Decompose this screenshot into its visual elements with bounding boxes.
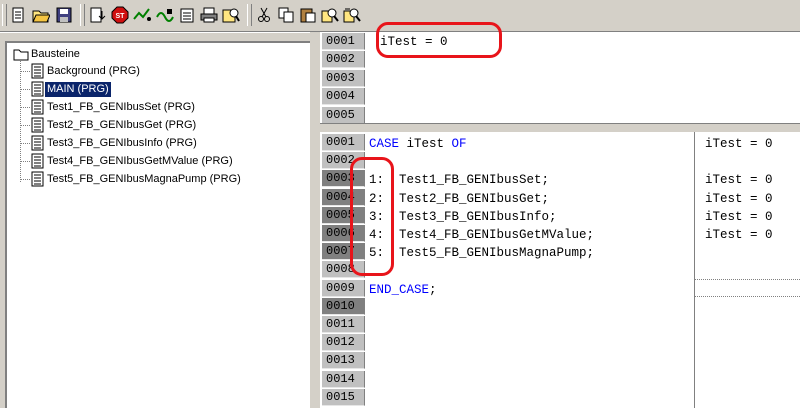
- search-icon[interactable]: [320, 5, 340, 25]
- paste-icon[interactable]: [298, 5, 318, 25]
- toolbar-grip: [247, 4, 252, 26]
- monitor-value: iTest = 0: [705, 191, 773, 206]
- tree-item[interactable]: Test5_FB_GENIbusMagnaPump (PRG): [31, 171, 243, 187]
- tree-item-label: Test4_FB_GENIbusGetMValue (PRG): [47, 154, 233, 167]
- tree-item[interactable]: Test4_FB_GENIbusGetMValue (PRG): [31, 153, 235, 169]
- line-number: 0009: [322, 279, 365, 297]
- monitor-value: iTest = 0: [705, 137, 773, 151]
- splitter[interactable]: [310, 32, 320, 408]
- document-icon: [31, 153, 44, 169]
- tree-item[interactable]: Background (PRG): [31, 63, 142, 79]
- tree-item-label: Background (PRG): [47, 64, 140, 77]
- printer-icon[interactable]: [199, 5, 219, 25]
- copy-icon[interactable]: [276, 5, 296, 25]
- code-line[interactable]: END_CASE;: [369, 281, 437, 299]
- line-number: 0011: [322, 316, 365, 333]
- monitor-value: iTest = 0: [705, 173, 773, 188]
- watch-icon[interactable]: [155, 5, 175, 25]
- stop-icon[interactable]: ST: [110, 5, 130, 25]
- open-icon[interactable]: [31, 5, 51, 25]
- highlight-case-labels: [350, 157, 394, 276]
- tree-item-label: Test5_FB_GENIbusMagnaPump (PRG): [47, 172, 241, 185]
- pane-splitter[interactable]: [320, 123, 800, 132]
- tree-connector: [20, 107, 30, 108]
- line-number: 0012: [322, 334, 365, 352]
- monitor-dotted-line: [694, 279, 800, 280]
- svg-text:ST: ST: [116, 13, 126, 20]
- line-number: 0015: [322, 388, 365, 406]
- tree-item[interactable]: MAIN (PRG): [31, 81, 111, 97]
- compile-icon[interactable]: [88, 5, 108, 25]
- highlight-declaration: [376, 22, 502, 58]
- code-line[interactable]: 3: Test3_FB_GENIbusInfo;: [369, 208, 557, 226]
- code-line[interactable]: 5: Test5_FB_GENIbusMagnaPump;: [369, 244, 594, 262]
- save-icon[interactable]: [54, 5, 74, 25]
- line-number: 0001: [322, 134, 365, 151]
- toolbar-grip: [2, 4, 7, 26]
- clipboard-icon[interactable]: [177, 5, 197, 25]
- find-icon[interactable]: [221, 5, 241, 25]
- document-icon: [31, 171, 44, 187]
- tree-item-label: Test3_FB_GENIbusInfo (PRG): [47, 136, 197, 149]
- tree-connector: [20, 143, 30, 144]
- code-line[interactable]: 2: Test2_FB_GENIbusGet;: [369, 190, 549, 208]
- tree-connector: [20, 161, 30, 162]
- document-icon: [31, 99, 44, 115]
- line-number: 0004: [322, 88, 365, 106]
- replace-icon[interactable]: [342, 5, 362, 25]
- tree-item[interactable]: Test1_FB_GENIbusSet (PRG): [31, 99, 197, 115]
- folder-icon: [13, 49, 29, 61]
- line-number: 0013: [322, 352, 365, 370]
- monitor-value: iTest = 0: [705, 209, 773, 224]
- tree-item[interactable]: Test2_FB_GENIbusGet (PRG): [31, 117, 198, 133]
- tree-connector: [20, 61, 21, 182]
- line-number: 0010: [322, 297, 365, 315]
- code-line[interactable]: 4: Test4_FB_GENIbusGetMValue;: [369, 226, 594, 244]
- document-icon: [31, 135, 44, 151]
- code-line[interactable]: 1: Test1_FB_GENIbusSet;: [369, 171, 549, 189]
- tree-root[interactable]: Bausteine: [13, 46, 82, 62]
- document-icon: [31, 81, 44, 97]
- line-number: 0002: [322, 51, 365, 69]
- new-icon[interactable]: [8, 5, 28, 25]
- tree-item-label: MAIN (PRG): [45, 81, 111, 97]
- tree-item-label: Test1_FB_GENIbusSet (PRG): [47, 100, 195, 113]
- tree-connector: [20, 71, 30, 72]
- step-icon[interactable]: [133, 5, 153, 25]
- document-icon: [31, 117, 44, 133]
- line-number: 0005: [322, 106, 365, 124]
- document-icon: [31, 63, 44, 79]
- line-number: 0003: [322, 69, 365, 87]
- cut-icon[interactable]: [254, 5, 274, 25]
- monitor-dotted-line: [694, 296, 800, 297]
- tree-connector: [20, 125, 30, 126]
- tree-item-label: Test2_FB_GENIbusGet (PRG): [47, 118, 197, 131]
- code-line[interactable]: CASE iTest OF: [369, 135, 467, 153]
- tree-root-label: Bausteine: [31, 47, 80, 60]
- monitor-divider: [694, 132, 695, 408]
- tree-item[interactable]: Test3_FB_GENIbusInfo (PRG): [31, 135, 199, 151]
- tree-connector: [20, 179, 30, 180]
- line-number: 0001: [322, 33, 365, 50]
- monitor-value: iTest = 0: [705, 228, 773, 242]
- toolbar-grip: [80, 4, 85, 26]
- tree-connector: [20, 89, 30, 90]
- line-number: 0014: [322, 370, 365, 388]
- object-tree[interactable]: Bausteine Background (PRG) MAIN (PRG) Test…: [5, 41, 310, 408]
